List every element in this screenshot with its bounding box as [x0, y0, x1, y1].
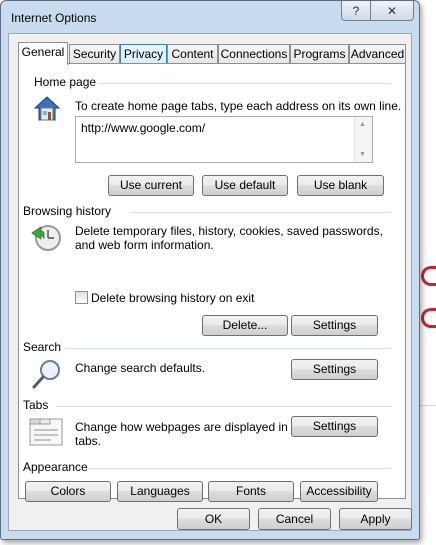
house-icon: [33, 96, 61, 121]
use-blank-button[interactable]: Use blank: [297, 175, 384, 196]
close-button[interactable]: ✕: [371, 1, 414, 21]
tab-content[interactable]: Content: [167, 44, 218, 63]
delete-on-exit-checkbox[interactable]: [75, 291, 88, 304]
section-divider: [99, 83, 391, 84]
tab-advanced[interactable]: Advanced: [349, 44, 406, 63]
scroll-up-icon[interactable]: ▲: [359, 121, 366, 128]
apply-button[interactable]: Apply: [339, 508, 412, 530]
colors-button[interactable]: Colors: [25, 481, 111, 502]
tabbed-window-icon: [29, 418, 63, 446]
history-settings-button[interactable]: Settings: [291, 315, 378, 336]
internet-options-dialog: Internet Options ? ✕ General Security Pr…: [0, 0, 420, 540]
languages-button[interactable]: Languages: [117, 481, 203, 502]
delete-on-exit-label[interactable]: Delete browsing history on exit: [91, 291, 254, 305]
help-button[interactable]: ?: [341, 1, 371, 21]
use-default-button[interactable]: Use default: [202, 175, 288, 196]
section-divider: [131, 212, 391, 213]
tabs-heading: Tabs: [23, 398, 49, 412]
search-description: Change search defaults.: [75, 361, 206, 375]
general-tab-panel: Home page To create home page tabs, type…: [18, 63, 406, 502]
appearance-heading: Appearance: [23, 460, 88, 474]
home-page-heading: Home page: [34, 75, 97, 89]
home-page-description: To create home page tabs, type each addr…: [75, 99, 402, 113]
tab-connections[interactable]: Connections: [218, 44, 290, 63]
search-heading: Search: [23, 340, 62, 354]
url-field-scrollbar[interactable]: ▲ ▼: [354, 117, 372, 162]
home-page-url-field[interactable]: http://www.google.com/ ▲ ▼: [75, 116, 373, 163]
dialog-client-area: General Security Privacy Content Connect…: [8, 33, 412, 531]
delete-history-button[interactable]: Delete...: [202, 315, 288, 336]
tabs-description-line2: tabs.: [75, 434, 102, 448]
browsing-history-heading: Browsing history: [23, 204, 112, 218]
browsing-history-description-line2: and web form information.: [75, 238, 214, 252]
fonts-button[interactable]: Fonts: [208, 481, 294, 502]
help-icon: ?: [352, 3, 360, 18]
cancel-button[interactable]: Cancel: [258, 508, 331, 530]
ok-button[interactable]: OK: [177, 508, 250, 530]
window-title: Internet Options: [11, 11, 97, 25]
search-settings-button[interactable]: Settings: [291, 359, 378, 380]
tab-general[interactable]: General: [18, 42, 68, 65]
section-divider: [65, 348, 391, 349]
home-page-url-value: http://www.google.com/: [81, 121, 206, 135]
background-red-shape: [421, 308, 436, 328]
scroll-down-icon[interactable]: ▼: [359, 151, 366, 158]
close-icon: ✕: [386, 3, 398, 18]
title-bar[interactable]: Internet Options ? ✕: [1, 1, 419, 35]
section-divider: [57, 406, 391, 407]
tabs-settings-button[interactable]: Settings: [291, 416, 378, 437]
history-clock-icon: [31, 225, 61, 251]
tab-security[interactable]: Security: [69, 44, 120, 63]
tab-programs[interactable]: Programs: [290, 44, 349, 63]
section-divider: [87, 468, 391, 469]
background-red-shape: [421, 266, 436, 286]
magnifier-icon: [32, 360, 60, 389]
caption-buttons: ? ✕: [341, 1, 414, 21]
browsing-history-description-line1: Delete temporary files, history, cookies…: [75, 224, 383, 238]
accessibility-button[interactable]: Accessibility: [300, 481, 378, 502]
tabs-description-line1: Change how webpages are displayed in: [75, 420, 288, 434]
tab-privacy[interactable]: Privacy: [120, 44, 167, 63]
use-current-button[interactable]: Use current: [108, 175, 194, 196]
